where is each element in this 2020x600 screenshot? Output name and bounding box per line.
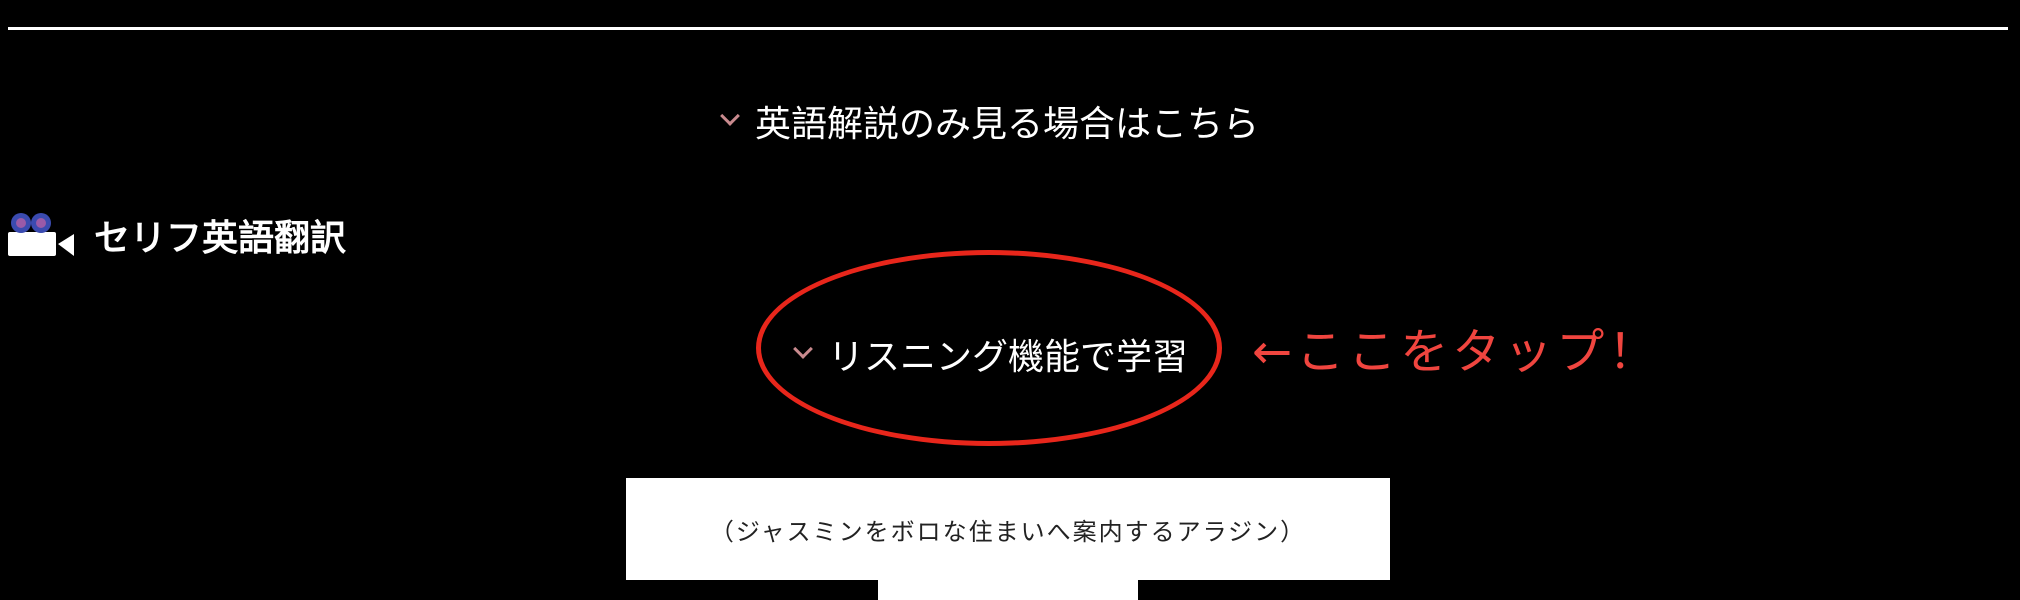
chevron-down-icon — [720, 106, 740, 126]
chevron-down-icon — [793, 339, 813, 359]
listening-toggle-label: リスニング機能で学習 — [828, 337, 1189, 378]
content-box-below — [878, 580, 1138, 600]
video-camera-icon — [8, 213, 74, 256]
english-explanation-toggle-label: 英語解説のみ見る場合はこちら — [755, 104, 1260, 145]
section-heading: セリフ英語翻訳 — [8, 210, 346, 260]
listening-toggle[interactable]: リスニング機能で学習 — [793, 329, 1189, 379]
top-divider — [8, 27, 2008, 30]
scene-caption: （ジャスミンをボロな住まいへ案内するアラジン） — [709, 517, 1307, 546]
english-explanation-toggle[interactable]: 英語解説のみ見る場合はこちら — [720, 96, 1260, 146]
scene-caption-box: （ジャスミンをボロな住まいへ案内するアラジン） — [626, 478, 1390, 580]
tap-here-annotation: ←ここをタップ！ — [1252, 324, 1661, 380]
section-title: セリフ英語翻訳 — [94, 217, 347, 259]
